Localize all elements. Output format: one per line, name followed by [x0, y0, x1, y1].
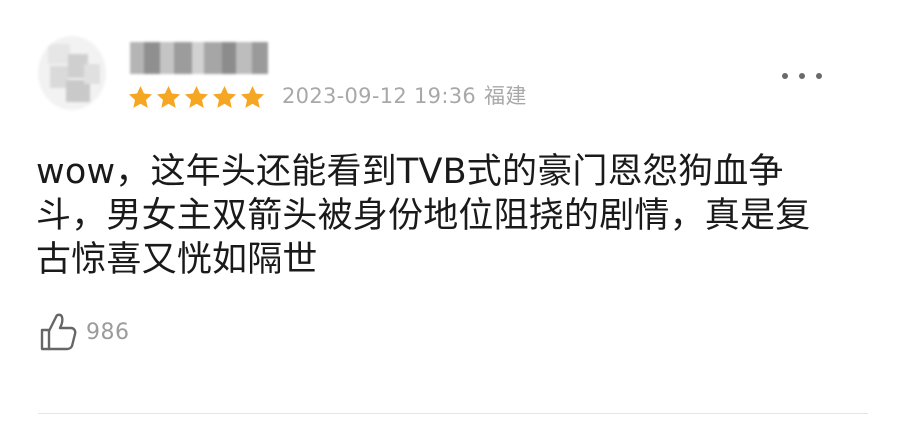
star-rating [127, 82, 266, 112]
more-dots-icon [782, 73, 788, 79]
like-button[interactable]: 986 [38, 310, 130, 354]
divider [38, 413, 868, 414]
review-meta: 2023-09-12 19:36 福建 [282, 81, 527, 111]
more-dot [799, 73, 805, 79]
review-location: 福建 [484, 84, 527, 108]
star-icon [127, 84, 154, 111]
comment-line: 斗，男女主双箭头被身份地位阻挠的剧情，真是复 [36, 196, 811, 236]
username[interactable] [130, 42, 268, 74]
comment-line: 古惊喜又恍如隔世 [36, 240, 318, 280]
more-dot [816, 73, 822, 79]
review-comment: wow，这年头还能看到TVB式的豪门恩怨狗血争 斗，男女主双箭头被身份地位阻挠的… [36, 150, 836, 282]
more-options-button[interactable] [782, 66, 822, 86]
thumbs-up-icon [40, 313, 77, 351]
review-card: 2023-09-12 19:36 福建 wow，这年头还能看到TVB式的豪门恩怨狗… [0, 0, 900, 424]
star-icon [155, 84, 182, 111]
avatar[interactable] [38, 36, 106, 110]
comment-line: wow，这年头还能看到TVB式的豪门恩怨狗血争 [36, 152, 784, 192]
star-icon [183, 84, 210, 111]
like-count: 986 [86, 319, 130, 345]
star-icon [211, 84, 238, 111]
star-icon [239, 84, 266, 111]
review-date: 2023-09-12 19:36 [282, 84, 477, 108]
